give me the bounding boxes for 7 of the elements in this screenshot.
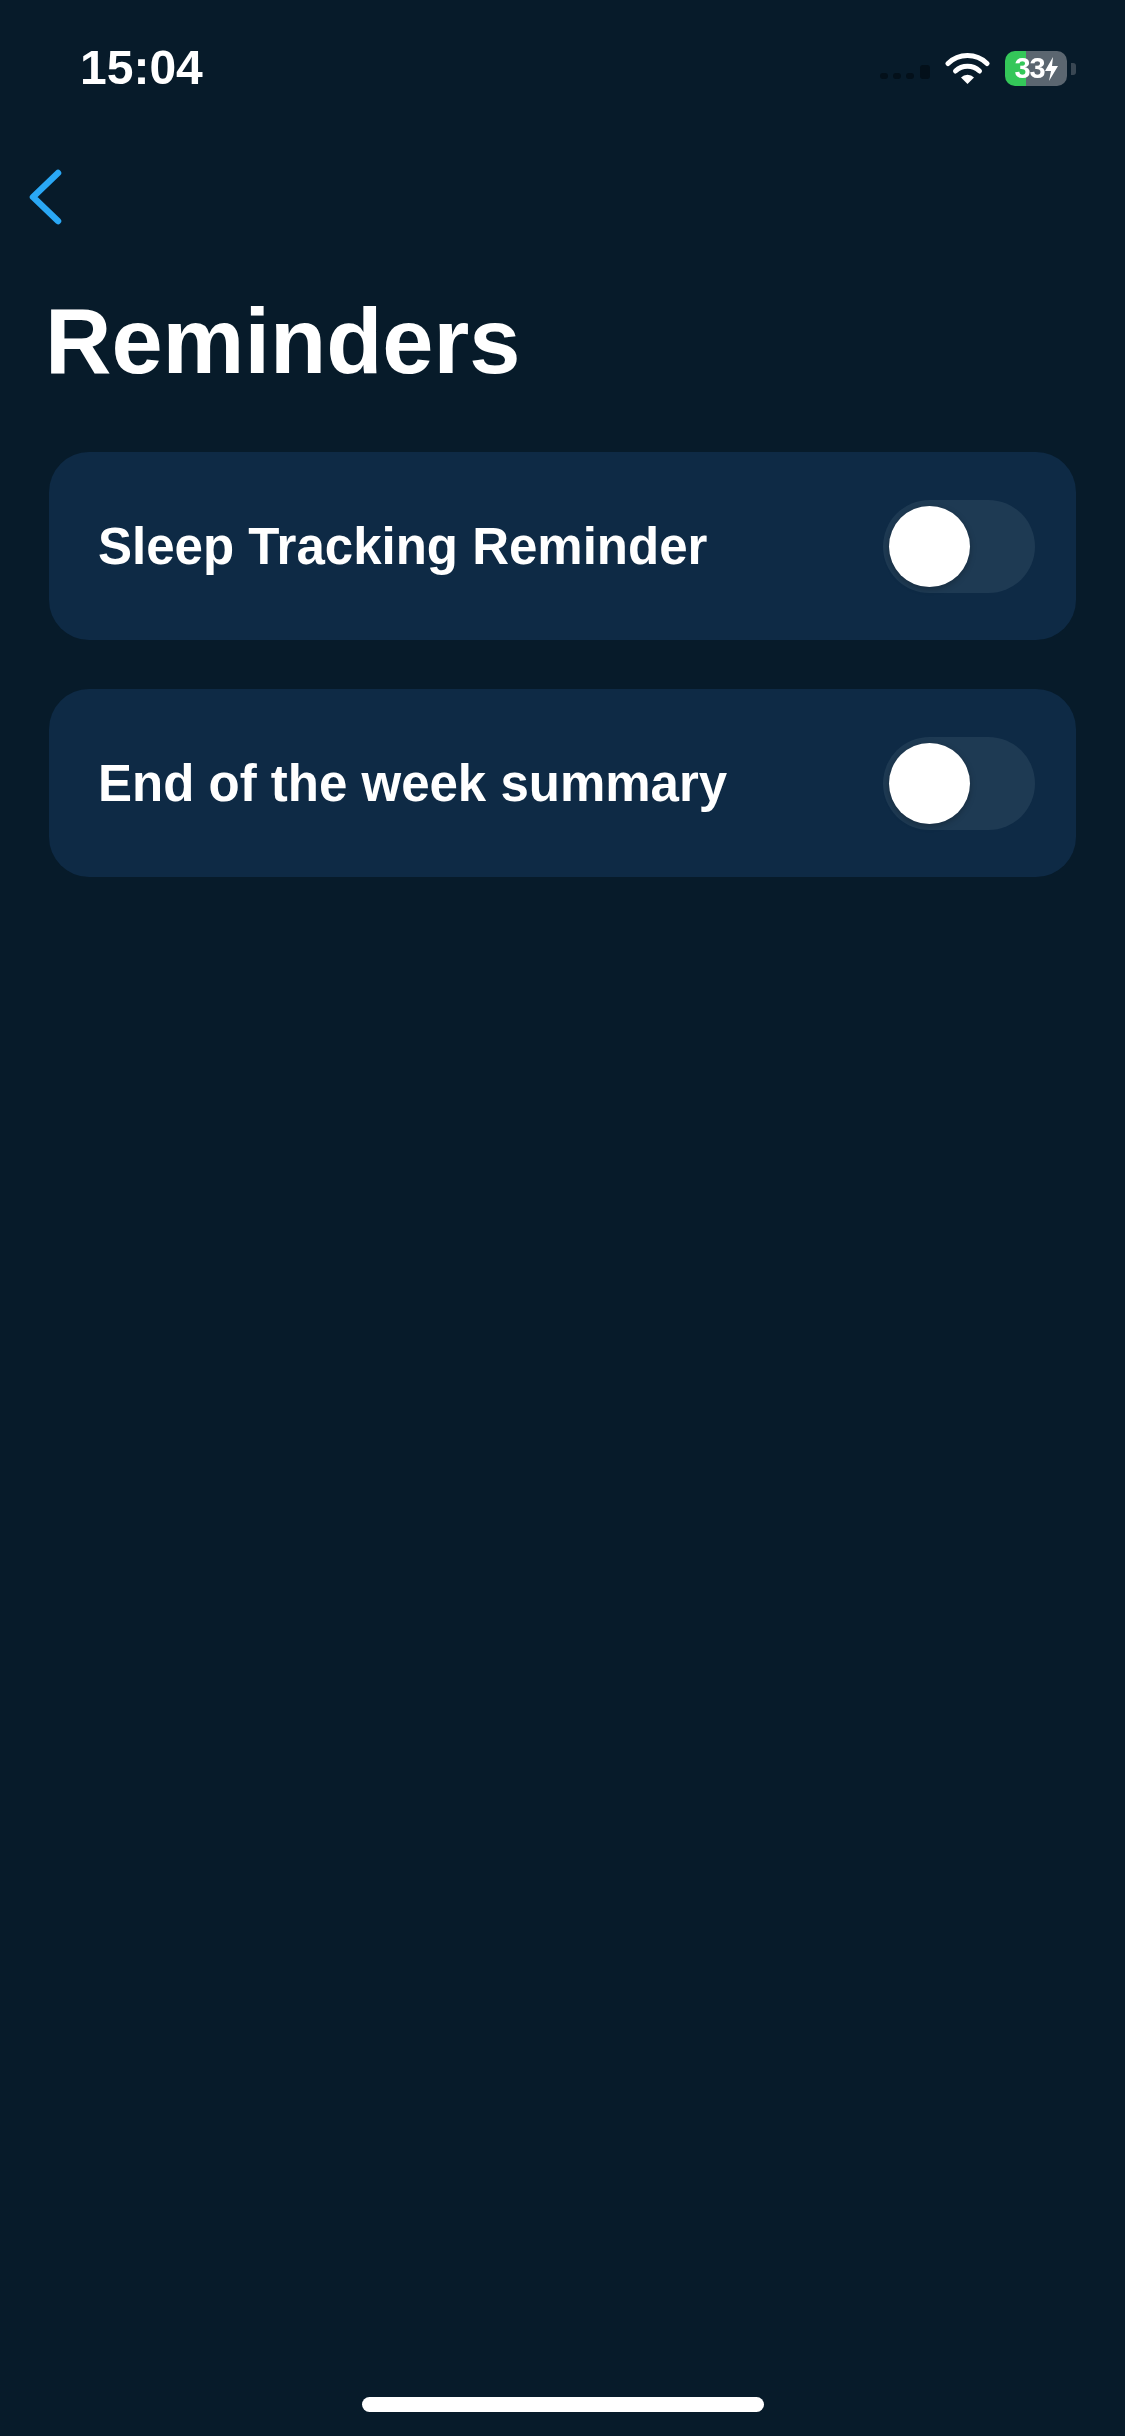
back-icon[interactable] [28, 169, 62, 225]
reminder-label: Sleep Tracking Reminder [98, 516, 708, 577]
page-title: Reminders [45, 291, 522, 393]
charging-bolt-icon [1044, 56, 1058, 81]
status-time: 15:04 [80, 44, 203, 92]
reminder-label: End of the week summary [98, 753, 728, 814]
wifi-icon [945, 52, 990, 85]
